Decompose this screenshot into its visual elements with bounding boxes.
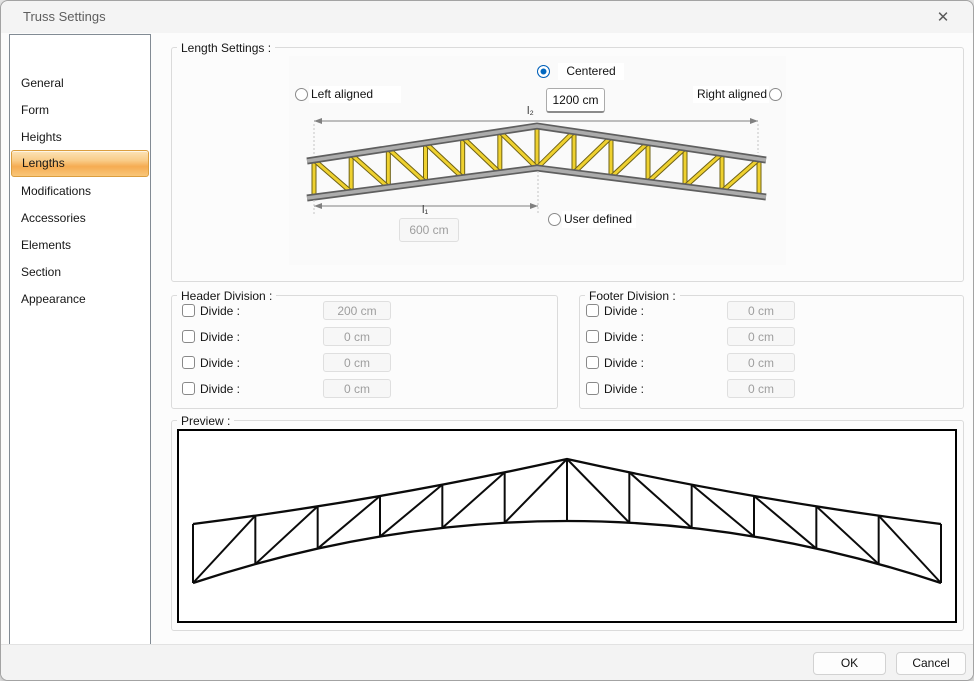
sidebar-item-appearance[interactable]: Appearance	[11, 286, 149, 313]
header-divide-row: Divide :	[179, 378, 551, 400]
half-length-input[interactable]	[399, 218, 459, 242]
radio-left-aligned-label[interactable]: Left aligned	[309, 86, 401, 103]
divide-label[interactable]: Divide :	[200, 352, 240, 374]
sidebar-item-section[interactable]: Section	[11, 259, 149, 286]
divide-length-input[interactable]	[727, 379, 795, 398]
divide-length-input[interactable]	[323, 327, 391, 346]
divide-checkbox[interactable]	[586, 304, 599, 317]
divide-label[interactable]: Divide :	[604, 300, 644, 322]
divide-checkbox[interactable]	[182, 304, 195, 317]
close-button[interactable]: ✕	[921, 1, 965, 33]
divide-checkbox[interactable]	[182, 356, 195, 369]
divide-checkbox[interactable]	[182, 382, 195, 395]
divide-length-input[interactable]	[323, 301, 391, 320]
cancel-button[interactable]: Cancel	[896, 652, 966, 675]
footer-bar: OK Cancel	[1, 644, 973, 680]
divide-length-input[interactable]	[727, 353, 795, 372]
preview-canvas	[177, 429, 957, 623]
sidebar-item-form[interactable]: Form	[11, 97, 149, 124]
sidebar-item-accessories[interactable]: Accessories	[11, 205, 149, 232]
sidebar-item-general[interactable]: General	[11, 70, 149, 97]
footer-divide-row: Divide :	[585, 326, 957, 348]
preview-truss-drawing	[179, 431, 955, 621]
window-title: Truss Settings	[23, 9, 106, 24]
divide-label[interactable]: Divide :	[200, 326, 240, 348]
header-divide-row: Divide :	[179, 352, 551, 374]
sidebar-item-lengths[interactable]: Lengths	[11, 150, 149, 177]
divide-label[interactable]: Divide :	[200, 300, 240, 322]
divide-checkbox[interactable]	[586, 330, 599, 343]
settings-category-list: General Form Heights Lengths Modificatio…	[9, 34, 151, 646]
divide-label[interactable]: Divide :	[604, 352, 644, 374]
divide-label[interactable]: Divide :	[604, 326, 644, 348]
divide-label[interactable]: Divide :	[200, 378, 240, 400]
radio-right-aligned-label[interactable]: Right aligned	[693, 86, 769, 103]
sidebar-item-elements[interactable]: Elements	[11, 232, 149, 259]
radio-centered-label[interactable]: Centered	[558, 63, 624, 80]
footer-divide-row: Divide :	[585, 352, 957, 374]
divide-length-input[interactable]	[727, 327, 795, 346]
divide-label[interactable]: Divide :	[604, 378, 644, 400]
length-settings-legend: Length Settings :	[177, 41, 275, 55]
header-divide-row: Divide :	[179, 300, 551, 322]
divide-checkbox[interactable]	[586, 356, 599, 369]
sidebar-item-modifications[interactable]: Modifications	[11, 178, 149, 205]
divide-checkbox[interactable]	[586, 382, 599, 395]
preview-legend: Preview :	[177, 414, 234, 428]
ok-button[interactable]: OK	[813, 652, 886, 675]
divide-length-input[interactable]	[323, 379, 391, 398]
divide-checkbox[interactable]	[182, 330, 195, 343]
radio-user-defined[interactable]	[548, 213, 561, 226]
radio-centered[interactable]	[537, 65, 550, 78]
header-divide-row: Divide :	[179, 326, 551, 348]
footer-divide-row: Divide :	[585, 300, 957, 322]
dim-label-l2: l₂	[527, 105, 534, 117]
radio-right-aligned[interactable]	[769, 88, 782, 101]
dim-label-l1: l₁	[422, 204, 428, 216]
divide-length-input[interactable]	[323, 353, 391, 372]
title-bar: Truss Settings ✕	[1, 1, 973, 33]
total-length-input[interactable]	[546, 88, 605, 113]
truss-settings-dialog: Truss Settings ✕ General Form Heights Le…	[0, 0, 974, 681]
footer-divide-row: Divide :	[585, 378, 957, 400]
divide-length-input[interactable]	[727, 301, 795, 320]
sidebar-item-heights[interactable]: Heights	[11, 124, 149, 151]
radio-left-aligned[interactable]	[295, 88, 308, 101]
radio-user-defined-label[interactable]: User defined	[562, 211, 636, 228]
close-icon: ✕	[937, 8, 950, 26]
